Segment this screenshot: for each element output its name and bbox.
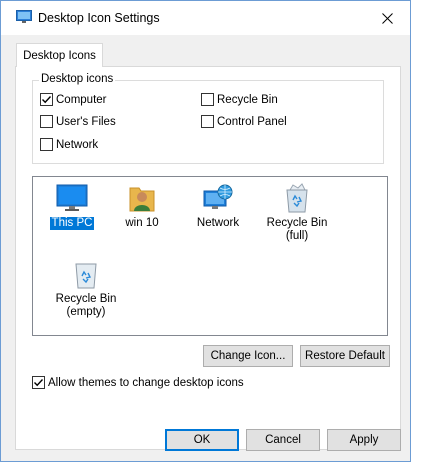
dialog-window: Desktop Icon Settings Desktop Icons Desk…	[0, 0, 411, 462]
icon-item-this-pc[interactable]: This PC	[34, 181, 110, 230]
checkbox-control-panel[interactable]: Control Panel	[201, 115, 287, 128]
button-label: Change Icon...	[210, 350, 286, 362]
checkbox-label: Control Panel	[217, 115, 287, 128]
checkbox-recycle-bin[interactable]: Recycle Bin	[201, 93, 278, 106]
checkbox-label: User's Files	[56, 115, 116, 128]
checkbox-label: Network	[56, 138, 99, 151]
checkmark-icon	[42, 96, 52, 104]
close-icon	[381, 12, 393, 24]
button-label: Apply	[349, 434, 379, 446]
desktop-icons-group: Desktop icons Computer Recycle Bin User'…	[32, 73, 384, 164]
desktop-settings-icon	[16, 10, 32, 24]
button-label: Cancel	[265, 434, 301, 446]
cancel-button[interactable]: Cancel	[246, 429, 320, 451]
recycle-bin-empty-icon	[69, 257, 103, 291]
icon-label: win 10	[125, 217, 159, 229]
checkbox-label: Recycle Bin	[217, 93, 278, 106]
icon-label: Recycle Bin (full)	[266, 217, 328, 242]
checkbox-label: Computer	[56, 93, 107, 106]
apply-button[interactable]: Apply	[327, 429, 401, 451]
checkbox-network[interactable]: Network	[40, 138, 98, 151]
ok-button[interactable]: OK	[165, 429, 239, 451]
recycle-bin-full-icon	[280, 181, 314, 215]
network-icon	[201, 181, 235, 215]
restore-default-button[interactable]: Restore Default	[300, 345, 390, 367]
icon-item-user-files[interactable]: win 10	[104, 181, 180, 230]
monitor-icon	[55, 181, 89, 215]
checkbox-label: Allow themes to change desktop icons	[48, 376, 244, 389]
icon-label: Recycle Bin (empty)	[55, 293, 117, 318]
user-folder-icon	[125, 181, 159, 215]
icon-item-network[interactable]: Network	[180, 181, 256, 230]
tab-label: Desktop Icons	[23, 49, 96, 62]
checkbox-allow-themes[interactable]: Allow themes to change desktop icons	[32, 376, 244, 389]
button-label: OK	[193, 434, 211, 446]
tab-panel: Desktop icons Computer Recycle Bin User'…	[15, 66, 401, 450]
checkbox-box[interactable]	[201, 115, 214, 128]
close-button[interactable]	[364, 1, 410, 35]
icon-item-recycle-bin-empty[interactable]: Recycle Bin (empty)	[48, 257, 124, 319]
checkbox-box[interactable]	[40, 138, 53, 151]
dialog-client-area: Desktop Icons Desktop icons Computer Rec…	[1, 35, 410, 461]
button-label: Restore Default	[305, 350, 385, 362]
checkbox-box[interactable]	[40, 115, 53, 128]
icon-label: Network	[196, 217, 240, 229]
tab-desktop-icons[interactable]: Desktop Icons	[16, 43, 103, 67]
window-title: Desktop Icon Settings	[38, 11, 160, 25]
checkbox-box[interactable]	[201, 93, 214, 106]
checkbox-box[interactable]	[32, 376, 45, 389]
title-bar[interactable]: Desktop Icon Settings	[1, 1, 410, 35]
checkbox-computer[interactable]: Computer	[40, 93, 107, 106]
icon-label: This PC	[49, 217, 95, 230]
checkbox-box[interactable]	[40, 93, 53, 106]
icon-list[interactable]: This PC win 10 Network Recycle Bin (full…	[32, 176, 388, 336]
checkmark-icon	[34, 379, 44, 387]
change-icon-button[interactable]: Change Icon...	[203, 345, 293, 367]
group-legend: Desktop icons	[39, 73, 116, 85]
checkbox-users-files[interactable]: User's Files	[40, 115, 116, 128]
icon-item-recycle-bin-full[interactable]: Recycle Bin (full)	[259, 181, 335, 243]
